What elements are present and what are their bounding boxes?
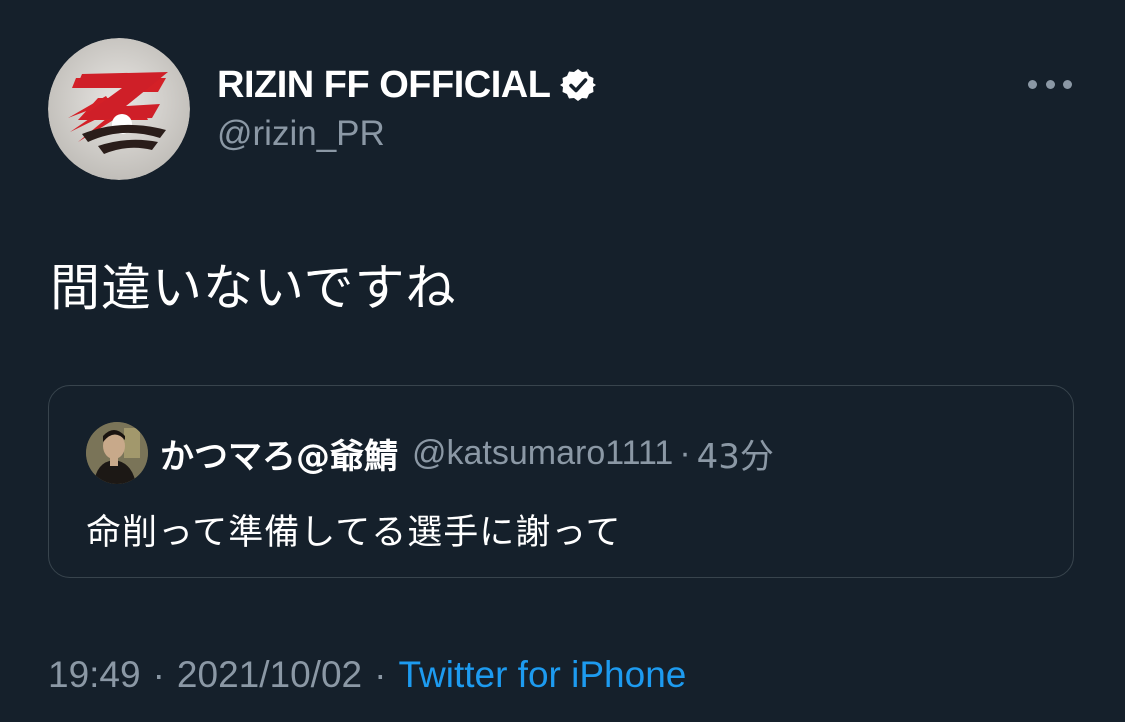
quoted-tweet-header: かつマろ@爺鯖 @katsumaro1111 · 43分	[86, 422, 774, 484]
quoted-user-avatar	[86, 422, 148, 484]
tweet-time[interactable]: 19:49	[48, 654, 141, 696]
verified-badge-icon	[560, 67, 597, 103]
author-display-name[interactable]: RIZIN FF OFFICIAL	[217, 64, 551, 107]
quoted-user-handle: @katsumaro1111	[412, 433, 674, 472]
rizin-logo-icon	[48, 38, 190, 180]
tweet-date[interactable]: 2021/10/02	[177, 654, 362, 696]
user-avatar-icon	[86, 422, 148, 484]
meta-separator: ·	[374, 654, 387, 695]
author-avatar[interactable]	[48, 38, 190, 180]
quoted-separator: ·	[679, 433, 691, 472]
tweet-meta: 19:49 · 2021/10/02 · Twitter for iPhone	[48, 654, 686, 696]
quoted-tweet[interactable]: かつマろ@爺鯖 @katsumaro1111 · 43分 命削って準備してる選手…	[48, 385, 1074, 578]
quoted-user-display-name[interactable]: かつマろ@爺鯖	[160, 429, 398, 478]
more-horizontal-icon[interactable]	[1028, 76, 1072, 92]
tweet-card: RIZIN FF OFFICIAL @rizin_PR 間違いないですね かつマ…	[0, 0, 1125, 722]
quoted-tweet-text: 命削って準備してる選手に謝って	[86, 513, 622, 553]
meta-separator: ·	[152, 654, 165, 695]
quoted-timestamp: 43分	[696, 436, 774, 477]
more-dot	[1045, 79, 1055, 89]
tweet-source-link[interactable]: Twitter for iPhone	[398, 654, 686, 696]
author-handle[interactable]: @rizin_PR	[217, 114, 385, 154]
author-name-row[interactable]: RIZIN FF OFFICIAL	[217, 62, 597, 108]
more-dot	[1063, 79, 1072, 89]
tweet-text: 間違いないですね	[50, 259, 457, 317]
more-dot	[1028, 79, 1037, 89]
